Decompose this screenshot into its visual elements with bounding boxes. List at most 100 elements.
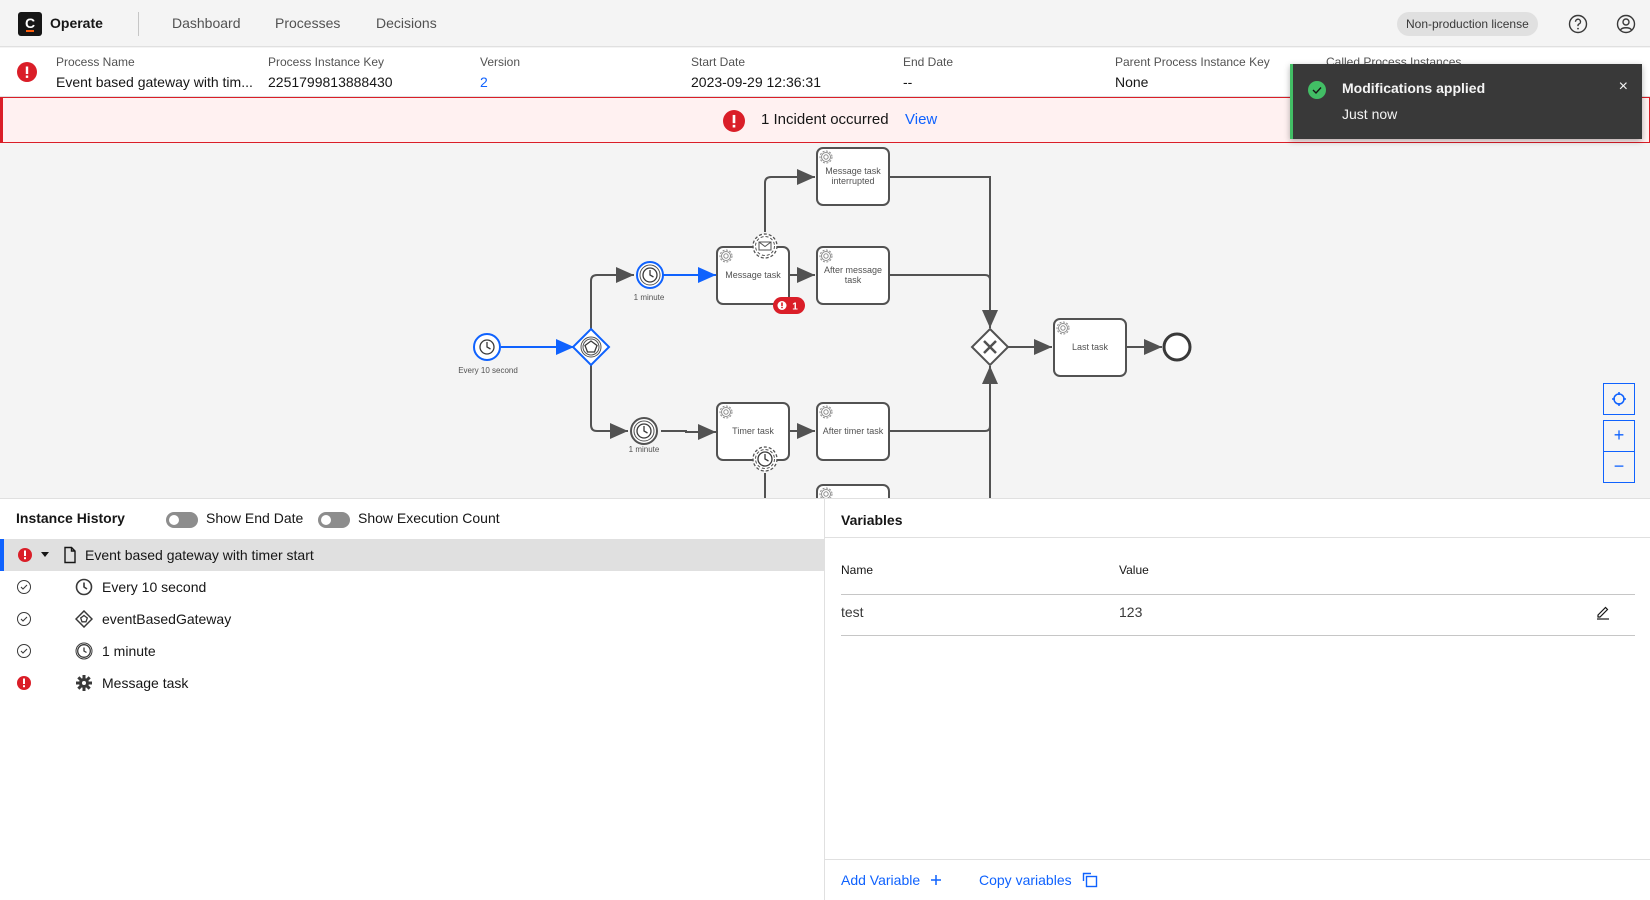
divider xyxy=(841,635,1635,636)
start-date-field: Start Date 2023-09-29 12:36:31 xyxy=(691,55,821,90)
app-name[interactable]: Operate xyxy=(50,15,103,31)
caret-down-icon[interactable] xyxy=(40,551,50,559)
version-field: Version 2 xyxy=(480,55,520,90)
copy-icon xyxy=(1082,872,1097,888)
add-variable-button[interactable]: Add Variable xyxy=(841,872,942,888)
start-event-label: Every 10 second xyxy=(458,366,518,375)
timer-start-event[interactable] xyxy=(473,333,501,361)
close-notification-button[interactable]: × xyxy=(1619,78,1628,96)
instance-key-label: Process Instance Key xyxy=(268,55,385,69)
version-link[interactable]: 2 xyxy=(480,74,520,90)
notification-title: Modifications applied xyxy=(1342,80,1486,96)
document-icon xyxy=(64,546,76,564)
parent-key-value: None xyxy=(1115,74,1149,90)
timer-top-label: 1 minute xyxy=(634,293,665,302)
zoom-out-button[interactable]: − xyxy=(1603,451,1635,483)
variable-name: test xyxy=(841,604,864,620)
notification-subtitle: Just now xyxy=(1342,106,1398,122)
divider xyxy=(825,537,1650,538)
history-row-label: 1 minute xyxy=(102,643,156,659)
history-row-label: Every 10 second xyxy=(102,579,207,595)
task-partial[interactable] xyxy=(816,484,890,498)
end-date-field: End Date -- xyxy=(903,55,953,90)
history-row-label: eventBasedGateway xyxy=(102,611,232,627)
variable-value: 123 xyxy=(1119,604,1143,620)
message-task-label: Message task xyxy=(725,270,781,280)
top-navigation-bar: C Operate Dashboard Processes Decisions … xyxy=(0,0,1650,47)
history-row[interactable]: Message task xyxy=(0,667,824,699)
instance-history-panel: Instance History Show End Date Show Exec… xyxy=(0,498,824,900)
copy-variables-label: Copy variables xyxy=(979,872,1072,888)
start-date-label: Start Date xyxy=(691,55,746,69)
zoom-in-button[interactable]: + xyxy=(1603,420,1635,452)
incident-icon xyxy=(723,110,745,132)
task-label: Last task xyxy=(1072,342,1109,352)
edit-variable-icon[interactable] xyxy=(1595,604,1611,620)
end-event[interactable] xyxy=(1162,332,1192,362)
process-name-label: Process Name xyxy=(56,55,135,69)
event-based-gateway[interactable] xyxy=(571,327,611,367)
history-row[interactable]: 1 minute xyxy=(0,635,824,667)
process-name-field: Process Name Event based gateway with ti… xyxy=(56,55,253,90)
view-incidents-link[interactable]: View xyxy=(905,111,937,128)
parent-key-field: Parent Process Instance Key None xyxy=(1115,55,1270,90)
show-execution-count-toggle[interactable] xyxy=(318,512,350,528)
timer-intermediate-event[interactable] xyxy=(630,417,658,445)
instance-history-title: Instance History xyxy=(16,510,125,526)
incident-icon xyxy=(17,676,31,690)
end-date-value: -- xyxy=(903,74,913,90)
completed-icon xyxy=(17,580,31,594)
instance-key-value: 2251799813888430 xyxy=(268,74,393,90)
completed-icon xyxy=(17,612,31,626)
timer-intermediate-icon xyxy=(75,642,93,660)
gateway-icon xyxy=(75,610,93,628)
incident-icon xyxy=(18,548,32,562)
process-name-value: Event based gateway with tim... xyxy=(56,74,253,90)
timer-boundary-event[interactable] xyxy=(752,446,778,472)
start-date-value: 2023-09-29 12:36:31 xyxy=(691,74,821,90)
divider xyxy=(841,594,1635,595)
bpmn-diagram[interactable]: Every 10 second 1 minute 1 minute Messag xyxy=(0,143,1650,498)
version-label: Version xyxy=(480,55,521,69)
nav-decisions[interactable]: Decisions xyxy=(376,15,437,31)
show-end-date-label: Show End Date xyxy=(206,510,304,526)
history-row-root[interactable]: Event based gateway with timer start xyxy=(0,539,824,571)
task-label: Message task xyxy=(825,166,881,176)
nav-processes[interactable]: Processes xyxy=(275,15,340,31)
timer-icon xyxy=(75,578,93,596)
task-label: task xyxy=(845,275,862,285)
nav-divider xyxy=(138,12,139,36)
copy-variables-button[interactable]: Copy variables xyxy=(979,872,1098,888)
history-row-label: Event based gateway with timer start xyxy=(85,547,314,563)
reset-diagram-zoom-button[interactable] xyxy=(1603,383,1635,415)
variables-panel: Variables Name Value test 123 Add Variab… xyxy=(824,498,1650,900)
user-icon[interactable] xyxy=(1615,13,1637,35)
service-task-icon xyxy=(76,675,92,691)
parent-key-label: Parent Process Instance Key xyxy=(1115,55,1270,69)
column-header-value: Value xyxy=(1119,563,1149,577)
timer-intermediate-event[interactable] xyxy=(636,261,664,289)
add-icon xyxy=(931,875,942,885)
checkmark-filled-icon xyxy=(1308,81,1326,99)
completed-icon xyxy=(17,644,31,658)
nav-dashboard[interactable]: Dashboard xyxy=(172,15,241,31)
history-row[interactable]: Every 10 second xyxy=(0,571,824,603)
help-icon[interactable] xyxy=(1567,13,1589,35)
history-row[interactable]: eventBasedGateway xyxy=(0,603,824,635)
add-variable-label: Add Variable xyxy=(841,872,921,888)
message-boundary-event[interactable] xyxy=(752,233,778,259)
exclusive-gateway[interactable] xyxy=(970,327,1010,367)
timer-bottom-label: 1 minute xyxy=(629,445,660,454)
show-execution-count-label: Show Execution Count xyxy=(358,510,500,526)
task-label: After timer task xyxy=(823,426,884,436)
divider xyxy=(825,859,1650,860)
variables-title: Variables xyxy=(841,512,903,528)
show-end-date-toggle[interactable] xyxy=(166,512,198,528)
instance-key-field: Process Instance Key 2251799813888430 xyxy=(268,55,393,90)
incident-count-badge[interactable] xyxy=(773,297,805,314)
task-label: interrupted xyxy=(831,176,874,186)
incident-count-text: 1 Incident occurred xyxy=(761,111,889,128)
success-notification: Modifications applied Just now × xyxy=(1290,64,1642,139)
camunda-logo[interactable]: C xyxy=(18,12,42,36)
bpmn-diagram-canvas[interactable]: Every 10 second 1 minute 1 minute Messag xyxy=(0,143,1650,498)
